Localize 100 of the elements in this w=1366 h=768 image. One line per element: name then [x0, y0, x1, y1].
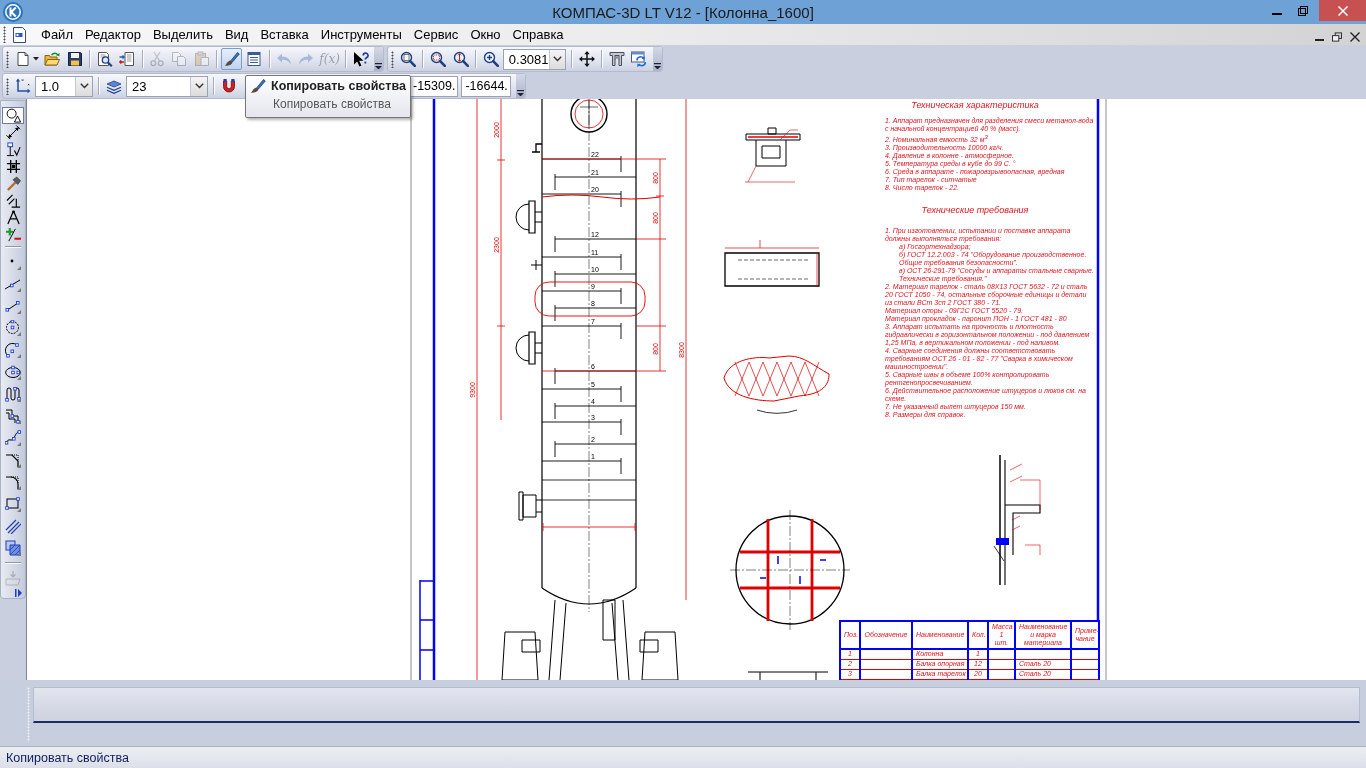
- notes-heading: Технические требования: [920, 205, 1030, 215]
- dropdown-button[interactable]: [548, 49, 565, 69]
- restore-button[interactable]: [1331, 31, 1343, 43]
- rectangle-icon: [5, 496, 21, 512]
- compass-icon: [5, 210, 21, 225]
- stepped-contour-icon: [5, 408, 21, 424]
- document-icon: [12, 26, 27, 43]
- plus-minus-icon: [5, 227, 21, 242]
- chevron-down-icon: [194, 83, 204, 89]
- scale-combo[interactable]: 0.3081: [502, 48, 566, 70]
- arc-icon: [5, 342, 21, 358]
- hash-grid-icon: [5, 159, 21, 174]
- coordinate-field[interactable]: -16644.: [461, 75, 511, 97]
- coordinate-field[interactable]: -15309.: [409, 75, 459, 97]
- curve-points-icon: [5, 430, 21, 446]
- ellipse-icon: [5, 364, 21, 380]
- menu-item[interactable]: Выделить: [146, 25, 219, 44]
- cursor-question-icon: [352, 51, 369, 67]
- close-icon: [1350, 32, 1360, 42]
- menu-item[interactable]: Инструменты: [314, 25, 408, 44]
- chevron-down-icon: [79, 83, 89, 89]
- folder-icon: [44, 51, 61, 67]
- menu-item[interactable]: Сервис: [407, 25, 465, 44]
- toolbar-grip[interactable]: [6, 50, 9, 68]
- paintbrush-icon: [250, 78, 266, 94]
- zigzag-curve-icon: [5, 386, 21, 402]
- tool-button[interactable]: [2, 427, 24, 449]
- drawing-canvas[interactable]: [26, 99, 1366, 680]
- undo-icon: [276, 51, 293, 67]
- move-arrows-icon: [578, 51, 595, 67]
- layers-icon: [106, 78, 122, 94]
- menu-item[interactable]: Справка: [506, 25, 570, 44]
- menu-item[interactable]: Вставка: [254, 25, 315, 44]
- hatch-square-icon: [5, 540, 21, 556]
- close-icon: [1337, 5, 1348, 16]
- parallel-lines-icon: [5, 518, 21, 534]
- fillet-icon: [5, 474, 21, 490]
- close-button[interactable]: [1349, 31, 1361, 43]
- page-arrows-icon: [119, 51, 136, 67]
- zoom-in-icon: [483, 51, 500, 67]
- menu-item[interactable]: Вид: [218, 25, 255, 44]
- toolbar-options-button[interactable]: [653, 47, 662, 71]
- refresh-icon: [631, 51, 648, 67]
- restore-icon: [1298, 5, 1308, 16]
- menu-item[interactable]: Файл: [35, 25, 79, 44]
- magnet-icon: [221, 78, 237, 94]
- chevron-icon: [654, 62, 662, 69]
- chevron-icon: [516, 89, 524, 96]
- document-menu-button[interactable]: [12, 26, 27, 43]
- dropdown-arrow-icon: [32, 57, 39, 61]
- menu-item[interactable]: Редактор: [78, 25, 147, 44]
- flag-check-icon: [5, 142, 21, 157]
- blank-page-icon: [14, 51, 31, 67]
- page-magnifier-icon: [96, 51, 113, 67]
- segment-icon: [5, 298, 21, 314]
- stepped-frame-icon: [609, 51, 625, 67]
- minimize-icon: [1272, 12, 1282, 15]
- app-logo-icon: [3, 2, 23, 22]
- dropdown-button[interactable]: [190, 76, 207, 96]
- paintbrush-icon: [223, 51, 240, 67]
- perpendicular-lines-icon: [5, 193, 21, 208]
- layer-combo[interactable]: 23: [126, 75, 208, 97]
- tool-button[interactable]: [2, 107, 24, 124]
- expand-arrow-icon: [15, 589, 22, 597]
- magnifier-arrows-icon: [452, 51, 469, 67]
- toolbar-grip[interactable]: [3, 26, 6, 43]
- section-view-drawing: [744, 127, 801, 183]
- step-combo[interactable]: 1.0: [35, 75, 93, 97]
- toolbar-grip[interactable]: [6, 77, 9, 95]
- restore-icon: [1332, 32, 1342, 42]
- toolbar-options-button[interactable]: [515, 74, 525, 98]
- clipboard-icon: [193, 51, 210, 67]
- hammer-icon: [5, 176, 21, 191]
- toolbar-grip[interactable]: [27, 687, 30, 742]
- minimize-icon: [1314, 39, 1324, 41]
- list-icon: [246, 51, 263, 67]
- chamfer-icon: [5, 452, 21, 468]
- magnifier-page-icon: [399, 51, 416, 67]
- expand-button[interactable]: [15, 589, 22, 597]
- circle-icon: [5, 320, 21, 336]
- axes-icon: [15, 78, 31, 94]
- notes-heading: Техническая характеристика: [910, 100, 1040, 110]
- circle-triangle-icon: [5, 108, 21, 123]
- tooltip-text: Копировать свойства: [272, 97, 392, 111]
- magnifier-frame-icon: [430, 51, 447, 67]
- tray-arrow-icon: [5, 570, 21, 586]
- copy-icon: [171, 51, 188, 67]
- copy-properties-button[interactable]: [221, 48, 243, 70]
- chevron-down-icon: [552, 56, 562, 62]
- scissors-icon: [149, 51, 166, 67]
- window-title: КОМПАС-3D LT V12 - [Колонна_1600]: [552, 3, 814, 21]
- tooltip-title: Копировать свойства: [271, 79, 406, 93]
- redo-icon: [298, 51, 315, 67]
- chevron-icon: [375, 62, 383, 69]
- menu-item[interactable]: Окно: [464, 25, 507, 44]
- toolbar-options-button[interactable]: [374, 47, 384, 71]
- status-text: Копировать свойства: [6, 750, 129, 765]
- toolbar-grip[interactable]: [391, 50, 394, 68]
- dropdown-button[interactable]: [75, 76, 92, 96]
- dimension-arrow-icon: [5, 125, 21, 140]
